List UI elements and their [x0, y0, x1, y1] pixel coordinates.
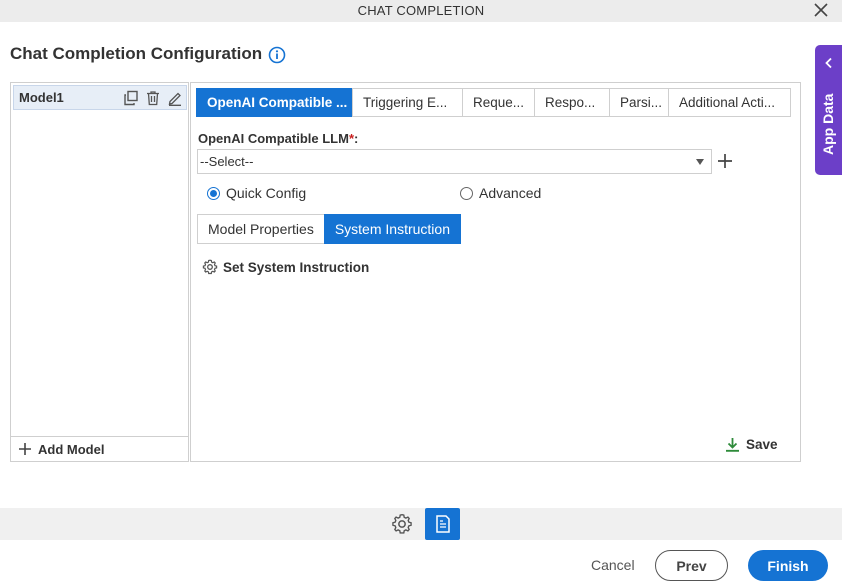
add-llm-icon[interactable] [717, 153, 733, 169]
tab-response[interactable]: Respo... [534, 88, 610, 117]
app-data-label: App Data [820, 93, 836, 155]
subtab-model-properties[interactable]: Model Properties [197, 214, 325, 244]
gear-icon [202, 259, 218, 275]
models-panel: Model1 Add Model [10, 82, 189, 462]
config-subtabs: Model Properties System Instruction [197, 214, 461, 244]
cancel-button[interactable]: Cancel [591, 557, 635, 573]
tab-request[interactable]: Reque... [462, 88, 535, 117]
delete-icon[interactable] [142, 87, 164, 109]
radio-label: Quick Config [226, 185, 307, 201]
set-instruction-label: Set System Instruction [223, 259, 370, 275]
dropdown-caret-icon [696, 159, 704, 165]
page-title: Chat Completion Configuration [10, 44, 263, 63]
document-mapping-button[interactable] [425, 508, 460, 540]
llm-select-value: --Select-- [200, 154, 254, 169]
llm-label-text: OpenAI Compatible LLM [198, 131, 349, 146]
radio-button-icon [460, 186, 473, 200]
llm-field-label: OpenAI Compatible LLM*: [198, 131, 358, 146]
title-bar: CHAT COMPLETION [0, 0, 842, 22]
tab-triggering-events[interactable]: Triggering E... [352, 88, 463, 117]
radio-button-icon [207, 186, 220, 200]
prev-button[interactable]: Prev [655, 550, 728, 581]
tab-openai-compatible[interactable]: OpenAI Compatible ... [196, 88, 353, 117]
copy-icon[interactable] [120, 87, 142, 109]
finish-button[interactable]: Finish [748, 550, 828, 581]
edit-icon[interactable] [164, 87, 186, 109]
settings-gear-icon[interactable] [391, 513, 413, 535]
model-name: Model1 [19, 90, 64, 105]
radio-label: Advanced [479, 185, 542, 201]
info-icon[interactable] [268, 46, 286, 64]
app-data-panel-toggle[interactable]: App Data [815, 45, 842, 175]
save-button[interactable]: Save [725, 437, 778, 452]
download-icon [726, 438, 739, 452]
subtab-system-instruction[interactable]: System Instruction [323, 214, 461, 244]
bottom-toolbar [0, 508, 842, 540]
close-icon[interactable] [812, 1, 830, 19]
window-title: CHAT COMPLETION [357, 3, 485, 18]
radio-quick-config[interactable]: Quick Config [207, 185, 306, 201]
plus-icon [19, 443, 31, 455]
llm-select[interactable]: --Select-- [197, 149, 712, 174]
chevron-left-icon [825, 57, 832, 69]
config-tabs: OpenAI Compatible ... Triggering E... Re… [196, 88, 791, 117]
configuration-panel: OpenAI Compatible ... Triggering E... Re… [190, 82, 801, 462]
radio-advanced[interactable]: Advanced [460, 185, 541, 201]
add-model-button[interactable]: Add Model [11, 436, 188, 461]
tab-additional-actions[interactable]: Additional Acti... [668, 88, 791, 117]
document-icon [435, 515, 450, 533]
tab-parsing[interactable]: Parsi... [609, 88, 669, 117]
model-list-item[interactable]: Model1 [13, 85, 187, 110]
llm-label-suffix: : [354, 131, 359, 146]
add-model-label: Add Model [38, 441, 105, 457]
set-system-instruction-button[interactable]: Set System Instruction [202, 259, 369, 275]
save-label: Save [746, 437, 778, 452]
